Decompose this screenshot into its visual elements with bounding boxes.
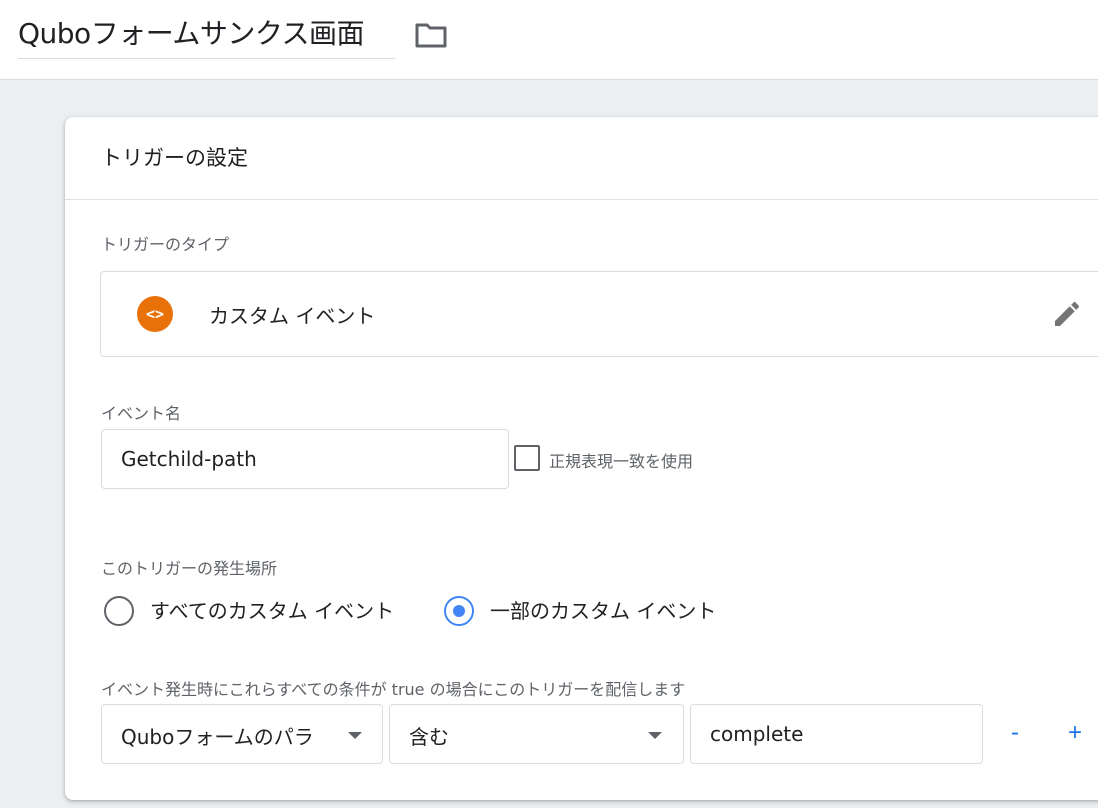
regex-checkbox[interactable]: [514, 445, 540, 471]
operator-select[interactable]: 含む: [389, 704, 684, 764]
page-title[interactable]: Quboフォームサンクス画面: [18, 14, 365, 54]
remove-condition-button[interactable]: -: [1000, 718, 1030, 748]
radio-some-events[interactable]: [444, 596, 474, 626]
trigger-config-card: トリガーの設定 トリガーのタイプ <> カスタム イベント イベント名 Getc…: [65, 117, 1098, 800]
regex-checkbox-label[interactable]: 正規表現一致を使用: [549, 448, 693, 472]
condition-value: complete: [710, 722, 804, 746]
event-name-value: Getchild-path: [121, 447, 257, 471]
chevron-down-icon: [348, 732, 362, 739]
operator-select-value: 含む: [409, 725, 449, 749]
event-name-label: イベント名: [101, 404, 182, 423]
variable-select[interactable]: Quboフォームのパラ: [101, 704, 383, 764]
folder-icon[interactable]: [414, 20, 448, 50]
event-name-input[interactable]: Getchild-path: [101, 429, 509, 489]
custom-event-icon: <>: [137, 296, 173, 332]
variable-select-value: Quboフォームのパラ: [121, 725, 314, 749]
trigger-type-value: カスタム イベント: [209, 304, 376, 328]
card-header: トリガーの設定: [65, 117, 1098, 200]
condition-label: イベント発生時にこれらすべての条件が true の場合にこのトリガーを配信します: [101, 680, 686, 699]
card-title: トリガーの設定: [101, 146, 248, 170]
container-name-field[interactable]: Quboフォームサンクス画面: [18, 12, 395, 59]
add-condition-button[interactable]: +: [1060, 718, 1090, 748]
radio-some-events-label[interactable]: 一部のカスタム イベント: [490, 595, 716, 624]
pencil-icon[interactable]: [1051, 298, 1083, 330]
trigger-type-selector[interactable]: <> カスタム イベント: [100, 271, 1098, 357]
top-bar: Quboフォームサンクス画面: [0, 0, 1098, 80]
chevron-down-icon: [648, 732, 662, 739]
radio-selected-dot: [453, 605, 465, 617]
fire-on-label: このトリガーの発生場所: [101, 559, 278, 578]
radio-all-events[interactable]: [104, 596, 134, 626]
radio-all-events-label[interactable]: すべてのカスタム イベント: [150, 595, 394, 624]
trigger-type-label: トリガーのタイプ: [101, 235, 230, 254]
condition-value-input[interactable]: complete: [690, 704, 983, 764]
